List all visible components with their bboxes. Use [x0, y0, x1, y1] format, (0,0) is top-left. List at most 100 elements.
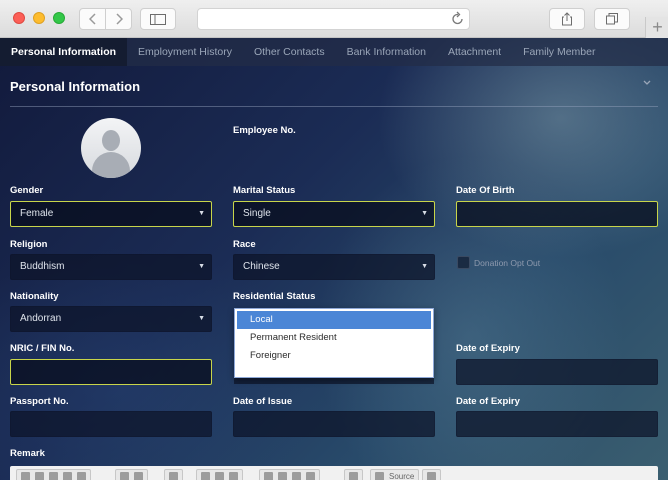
caret-down-icon: ▼: [421, 210, 428, 217]
tab-employment-history[interactable]: Employment History: [127, 38, 243, 66]
link-icon[interactable]: [201, 471, 210, 480]
spellcheck-toolbar-group: [164, 469, 183, 480]
chevron-left-icon: [88, 13, 96, 25]
tab-attachment[interactable]: Attachment: [437, 38, 512, 66]
avatar-head-shape: [102, 130, 120, 151]
residential-status-option-local[interactable]: Local: [237, 311, 431, 329]
insert-toolbar-group: [259, 469, 320, 480]
date-of-expiry-input[interactable]: [456, 359, 658, 385]
nric-label: NRIC / FIN No.: [10, 343, 75, 354]
horizontal-line-icon[interactable]: [292, 471, 301, 480]
link-toolbar-group: [196, 469, 243, 480]
paste-word-icon[interactable]: [77, 471, 86, 480]
spellcheck-icon[interactable]: [169, 471, 178, 480]
passport-date-of-expiry-label: Date of Expiry: [456, 396, 520, 407]
tab-personal-information[interactable]: Personal Information: [0, 38, 128, 66]
date-of-issue-label: Date of Issue: [233, 396, 293, 407]
date-of-birth-input[interactable]: [456, 201, 658, 227]
tabs-icon: [606, 13, 618, 25]
residential-status-option-foreigner[interactable]: Foreigner: [235, 347, 433, 365]
share-icon: [562, 12, 572, 26]
donation-opt-out-label: Donation Opt Out: [474, 257, 541, 268]
close-window-button[interactable]: [13, 12, 25, 24]
donation-opt-out-checkbox[interactable]: [457, 256, 470, 269]
remark-editor-toolbar: Source: [10, 466, 658, 480]
paste-text-icon[interactable]: [63, 471, 72, 480]
clipboard-toolbar-group: [16, 469, 91, 480]
passport-date-of-expiry-input[interactable]: [456, 411, 658, 437]
religion-select[interactable]: Buddhism ▼: [10, 254, 212, 280]
back-button[interactable]: [79, 8, 106, 30]
gender-value: Female: [20, 208, 54, 219]
zoom-window-button[interactable]: [53, 12, 65, 24]
marital-status-value: Single: [243, 208, 271, 219]
minimize-window-button[interactable]: [33, 12, 45, 24]
passport-no-input[interactable]: [10, 411, 212, 437]
nric-input[interactable]: [10, 359, 212, 385]
residential-status-option-permanent-resident[interactable]: Permanent Resident: [235, 329, 433, 347]
caret-down-icon: ▼: [198, 263, 205, 270]
sidebar-icon: [150, 13, 166, 25]
nationality-value: Andorran: [20, 313, 62, 324]
nationality-label: Nationality: [10, 291, 59, 302]
anchor-icon[interactable]: [229, 471, 238, 480]
table-icon[interactable]: [278, 471, 287, 480]
document-toolbar-group: [422, 469, 441, 480]
race-value: Chinese: [243, 261, 280, 272]
nationality-select[interactable]: Andorran ▼: [10, 306, 212, 332]
tab-bar: Personal Information Employment History …: [0, 38, 668, 66]
date-of-expiry-label: Date of Expiry: [456, 343, 520, 354]
section-divider: [10, 106, 658, 107]
residential-status-label: Residential Status: [233, 291, 316, 302]
tab-family-member[interactable]: Family Member: [512, 38, 606, 66]
date-of-birth-label: Date Of Birth: [456, 185, 515, 196]
employee-no-label: Employee No.: [233, 125, 296, 136]
tab-bank-information[interactable]: Bank Information: [336, 38, 437, 66]
address-bar[interactable]: [197, 8, 470, 30]
share-button[interactable]: [549, 8, 585, 30]
religion-value: Buddhism: [20, 261, 65, 272]
race-label: Race: [233, 239, 256, 250]
copy-icon[interactable]: [35, 471, 44, 480]
tab-other-contacts[interactable]: Other Contacts: [243, 38, 336, 66]
caret-down-icon: ▼: [198, 315, 205, 322]
marital-status-label: Marital Status: [233, 185, 296, 196]
cut-icon[interactable]: [21, 471, 30, 480]
undo-toolbar-group: [115, 469, 148, 480]
employee-avatar[interactable]: [81, 118, 141, 178]
paste-icon[interactable]: [49, 471, 58, 480]
caret-down-icon: ▼: [421, 263, 428, 270]
show-tabs-button[interactable]: [594, 8, 630, 30]
maximize-toolbar-group: [344, 469, 363, 480]
section-title: Personal Information: [10, 79, 141, 94]
special-char-icon[interactable]: [306, 471, 315, 480]
unlink-icon[interactable]: [215, 471, 224, 480]
sidebar-toggle-button[interactable]: [140, 8, 176, 30]
residential-status-dropdown: Local Permanent Resident Foreigner: [234, 308, 434, 378]
avatar-body-shape: [92, 152, 130, 178]
source-button[interactable]: Source: [389, 472, 414, 480]
chevron-down-icon[interactable]: [643, 78, 651, 89]
reload-icon[interactable]: [452, 11, 464, 30]
image-icon[interactable]: [264, 471, 273, 480]
browser-toolbar: +: [0, 0, 668, 38]
remark-label: Remark: [10, 448, 45, 459]
caret-down-icon: ▼: [198, 210, 205, 217]
source-toolbar-group: Source: [370, 469, 420, 480]
undo-icon[interactable]: [120, 471, 129, 480]
passport-no-label: Passport No.: [10, 396, 69, 407]
marital-status-select[interactable]: Single ▼: [233, 201, 435, 227]
gender-select[interactable]: Female ▼: [10, 201, 212, 227]
gender-label: Gender: [10, 185, 44, 196]
chevron-right-icon: [115, 13, 123, 25]
religion-label: Religion: [10, 239, 48, 250]
donation-opt-out-row: Donation Opt Out: [457, 256, 540, 269]
source-icon: [375, 471, 384, 480]
race-select[interactable]: Chinese ▼: [233, 254, 435, 280]
redo-icon[interactable]: [134, 471, 143, 480]
new-tab-button[interactable]: +: [645, 17, 668, 38]
maximize-icon[interactable]: [349, 471, 358, 480]
date-of-issue-input[interactable]: [233, 411, 435, 437]
document-icon[interactable]: [427, 471, 436, 480]
forward-button[interactable]: [105, 8, 132, 30]
